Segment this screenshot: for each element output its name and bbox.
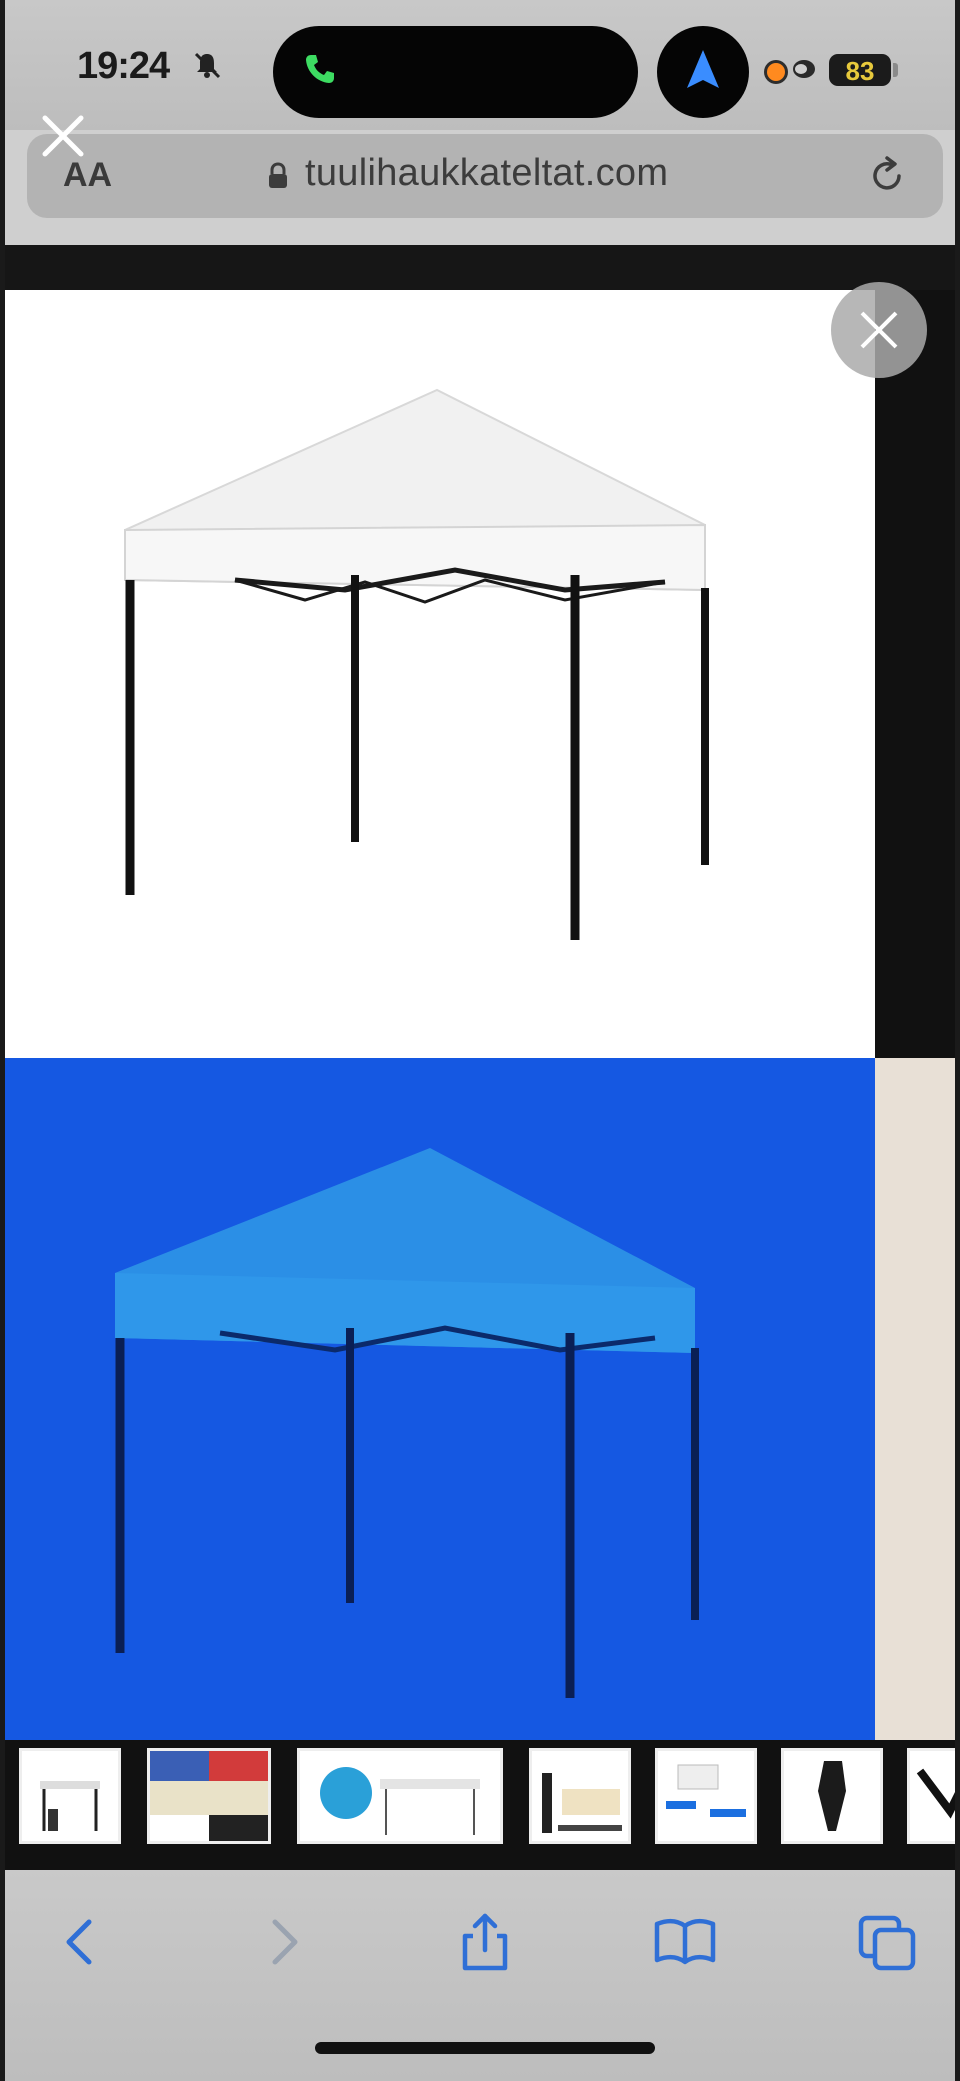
lock-icon (269, 162, 287, 188)
bell-muted-icon (194, 52, 221, 79)
reload-icon[interactable] (865, 154, 909, 198)
thumbnail-4[interactable] (529, 1748, 631, 1844)
product-image-white-tent[interactable] (5, 290, 875, 1058)
tabs-icon[interactable] (857, 1912, 917, 1972)
battery-cap (893, 63, 898, 77)
phone-call-icon[interactable] (303, 52, 337, 86)
close-gallery-button[interactable] (831, 282, 927, 378)
product-image-blue-tent[interactable] (5, 1058, 875, 1758)
close-icon[interactable] (41, 114, 85, 158)
white-tent-illustration (124, 388, 709, 940)
thumbnail-6[interactable] (781, 1748, 883, 1844)
battery-level: 83 (845, 56, 875, 86)
thumbnail-2[interactable] (147, 1748, 271, 1844)
thumbnail-3[interactable] (297, 1748, 503, 1844)
text-size-button[interactable]: AA (63, 156, 112, 195)
close-icon (860, 311, 898, 349)
address-bar[interactable]: AA tuulihaukkateltat.com (27, 134, 943, 218)
home-indicator[interactable] (315, 2042, 655, 2054)
thumbnail-1[interactable] (19, 1748, 121, 1844)
thumbnail-7[interactable] (907, 1748, 955, 1844)
next-image-peek[interactable] (875, 290, 955, 1058)
forward-icon (272, 1919, 298, 1965)
thumbnail-5[interactable] (655, 1748, 757, 1844)
phone-screen: 19:24 83 AA tuulihaukkateltat.com (0, 0, 960, 2081)
screen-share-icon (793, 60, 815, 78)
bookmarks-icon[interactable] (653, 1912, 717, 1972)
battery-indicator: 83 (829, 54, 891, 86)
status-time: 19:24 (77, 45, 170, 87)
navigation-arrow-icon (687, 50, 719, 88)
url-text[interactable]: tuulihaukkateltat.com (305, 152, 668, 195)
share-icon[interactable] (457, 1912, 513, 1972)
next-image-peek-2[interactable] (875, 1058, 955, 1758)
blue-tent-illustration (115, 1148, 699, 1698)
gallery-top-bar (5, 245, 955, 290)
back-icon[interactable] (51, 1912, 107, 1972)
recording-dot-icon (767, 63, 785, 81)
